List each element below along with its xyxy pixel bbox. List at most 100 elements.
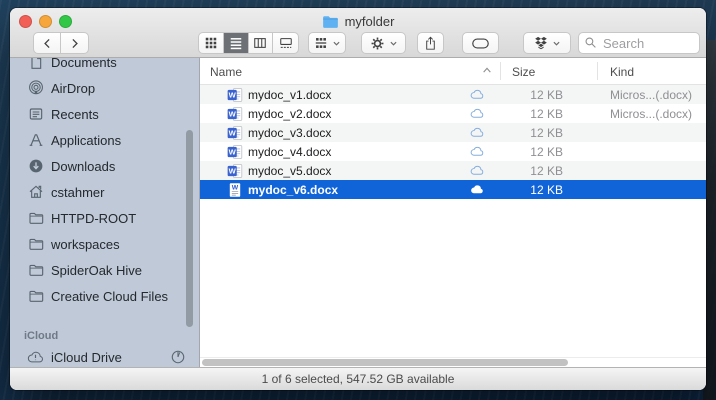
group-icon bbox=[315, 38, 326, 48]
sidebar-item-icloud-drive[interactable]: iCloud Drive bbox=[10, 344, 199, 367]
sidebar-item-spideroak-hive[interactable]: SpiderOak Hive bbox=[10, 257, 199, 283]
column-header-name[interactable]: Name bbox=[210, 65, 242, 79]
coverflow-view-button[interactable] bbox=[273, 33, 298, 53]
tags-button[interactable] bbox=[462, 32, 499, 54]
sidebar-item-recents[interactable]: Recents bbox=[10, 101, 199, 127]
sidebar-items: Documents AirDrop Recents Applications D… bbox=[10, 58, 199, 309]
navigation-buttons bbox=[33, 32, 89, 54]
file-row[interactable]: W mydoc_v3.docx 12 KB bbox=[200, 123, 706, 142]
sidebar-item-documents[interactable]: Documents bbox=[10, 58, 199, 75]
cloud-outline-icon bbox=[470, 127, 484, 137]
cloud-outline-icon bbox=[470, 165, 484, 175]
file-size: 12 KB bbox=[530, 182, 563, 197]
svg-text:W: W bbox=[232, 184, 239, 191]
minimize-window-button[interactable] bbox=[39, 15, 52, 28]
group-by-button[interactable] bbox=[308, 32, 346, 54]
column-view-button[interactable] bbox=[249, 33, 274, 53]
file-rows: W mydoc_v1.docx 12 KB Micros...(.docx) W… bbox=[200, 85, 706, 199]
grid-view-icon bbox=[205, 37, 217, 49]
icloud-alert-icon bbox=[27, 351, 43, 363]
folder-icon bbox=[28, 212, 43, 224]
share-icon bbox=[426, 36, 435, 50]
word-file-selected-icon: W bbox=[229, 182, 241, 197]
coverflow-view-icon bbox=[279, 38, 292, 48]
folder-icon bbox=[28, 264, 43, 276]
status-bar: 1 of 6 selected, 547.52 GB available bbox=[10, 367, 706, 390]
column-view-icon bbox=[254, 38, 267, 48]
window-title: myfolder bbox=[110, 13, 606, 30]
word-file-icon: W bbox=[227, 87, 243, 102]
file-row[interactable]: W mydoc_v1.docx 12 KB Micros...(.docx) bbox=[200, 85, 706, 104]
file-name: mydoc_v1.docx bbox=[248, 87, 332, 102]
sidebar-item-cstahmer[interactable]: cstahmer bbox=[10, 179, 199, 205]
svg-text:W: W bbox=[229, 90, 237, 99]
sidebar-item-label: SpiderOak Hive bbox=[51, 262, 143, 278]
horizontal-scrollbar-track[interactable] bbox=[200, 357, 706, 367]
chevron-down-icon bbox=[552, 41, 560, 46]
word-file-icon: W bbox=[227, 144, 243, 159]
list-header: Name Size Kind bbox=[200, 58, 706, 85]
gear-icon bbox=[371, 37, 383, 49]
window-body: Documents AirDrop Recents Applications D… bbox=[10, 58, 706, 367]
sidebar-section-icloud: iCloud bbox=[24, 330, 59, 342]
sidebar-item-applications[interactable]: Applications bbox=[10, 127, 199, 153]
svg-text:W: W bbox=[229, 128, 237, 137]
file-kind: Micros...(.docx) bbox=[610, 106, 693, 121]
horizontal-scrollbar-handle[interactable] bbox=[202, 359, 568, 366]
word-file-icon: W bbox=[227, 106, 243, 121]
file-row[interactable]: W mydoc_v4.docx 12 KB bbox=[200, 142, 706, 161]
list-view-button[interactable] bbox=[223, 33, 249, 53]
file-row[interactable]: W mydoc_v2.docx 12 KB Micros...(.docx) bbox=[200, 104, 706, 123]
window-title-text: myfolder bbox=[344, 14, 395, 29]
sidebar-item-httpd-root[interactable]: HTTPD-ROOT bbox=[10, 205, 199, 231]
zoom-window-button[interactable] bbox=[59, 15, 72, 28]
sidebar-item-creative-cloud-files[interactable]: Creative Cloud Files bbox=[10, 283, 199, 309]
tag-icon bbox=[472, 37, 489, 49]
share-button[interactable] bbox=[417, 32, 444, 54]
file-row[interactable]: W mydoc_v5.docx 12 KB bbox=[200, 161, 706, 180]
list-view-icon bbox=[230, 38, 241, 50]
column-header-kind[interactable]: Kind bbox=[610, 65, 634, 79]
folder-icon bbox=[28, 238, 43, 250]
back-icon bbox=[43, 38, 50, 48]
file-name: mydoc_v3.docx bbox=[248, 125, 332, 140]
chevron-down-icon bbox=[332, 41, 340, 46]
sidebar-item-downloads[interactable]: Downloads bbox=[10, 153, 199, 179]
airdrop-icon bbox=[28, 80, 43, 95]
forward-button[interactable] bbox=[61, 33, 88, 53]
column-header-size[interactable]: Size bbox=[512, 65, 535, 79]
titlebar: myfolder bbox=[10, 8, 706, 58]
progress-circle-icon bbox=[171, 350, 185, 364]
home-icon bbox=[29, 185, 42, 198]
icon-view-button[interactable] bbox=[199, 33, 224, 53]
sidebar: Documents AirDrop Recents Applications D… bbox=[10, 58, 200, 367]
file-size: 12 KB bbox=[530, 87, 563, 102]
svg-text:W: W bbox=[229, 166, 237, 175]
back-button[interactable] bbox=[34, 33, 62, 53]
file-size: 12 KB bbox=[530, 106, 563, 121]
column-divider[interactable] bbox=[597, 62, 598, 80]
cloud-outline-icon bbox=[470, 89, 484, 99]
sidebar-scrollbar[interactable] bbox=[186, 130, 193, 327]
sidebar-item-label: Downloads bbox=[51, 158, 116, 174]
column-divider[interactable] bbox=[500, 62, 501, 80]
svg-text:W: W bbox=[229, 147, 237, 156]
sidebar-item-workspaces[interactable]: workspaces bbox=[10, 231, 199, 257]
dropbox-button[interactable] bbox=[523, 32, 571, 54]
file-name: mydoc_v4.docx bbox=[248, 144, 332, 159]
sidebar-item-label: Recents bbox=[51, 106, 99, 122]
search-icon bbox=[585, 37, 596, 48]
document-icon bbox=[30, 58, 41, 69]
sidebar-item-label: AirDrop bbox=[51, 80, 96, 96]
sidebar-item-label: cstahmer bbox=[51, 184, 105, 200]
dropbox-icon bbox=[534, 36, 547, 50]
close-window-button[interactable] bbox=[19, 15, 32, 28]
word-file-icon: W bbox=[227, 163, 243, 178]
sidebar-item-label: Documents bbox=[51, 58, 117, 70]
action-menu-button[interactable] bbox=[361, 32, 406, 54]
file-row[interactable]: W mydoc_v6.docx 12 KB bbox=[200, 180, 706, 199]
sidebar-item-airdrop[interactable]: AirDrop bbox=[10, 75, 199, 101]
folder-icon bbox=[28, 290, 43, 302]
file-name: mydoc_v5.docx bbox=[248, 163, 332, 178]
finder-window: myfolder Search Documents AirDrop Recent… bbox=[10, 8, 706, 390]
